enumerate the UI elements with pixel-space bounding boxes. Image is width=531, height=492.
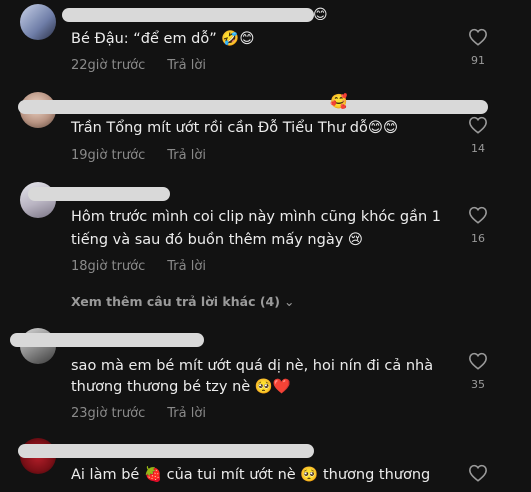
comment-text-line: thương thương bé tzy nè 🥺❤️ bbox=[71, 379, 291, 395]
reply-button[interactable]: Trả lời bbox=[167, 58, 206, 73]
heart-outline-icon bbox=[469, 352, 487, 370]
username-redacted[interactable] bbox=[18, 100, 488, 114]
like-count: 14 bbox=[471, 142, 485, 155]
like-button[interactable] bbox=[463, 464, 493, 482]
heart-outline-icon bbox=[469, 28, 487, 46]
comment-text: Ai làm bé 🍓 của tui mít ướt nè 🥺 thương … bbox=[71, 467, 431, 483]
like-count: 35 bbox=[471, 378, 485, 391]
username-redacted[interactable] bbox=[18, 444, 314, 458]
comment-item: Ai làm bé 🍓 của tui mít ướt nè 🥺 thương … bbox=[0, 434, 531, 492]
reply-button[interactable]: Trả lời bbox=[167, 148, 206, 163]
like-button[interactable]: 16 bbox=[463, 206, 493, 245]
heart-outline-icon bbox=[469, 206, 487, 224]
reply-button[interactable]: Trả lời bbox=[167, 406, 206, 421]
comment-time: 22giờ trước bbox=[71, 58, 146, 73]
username-redacted[interactable] bbox=[28, 187, 170, 201]
comment-meta: 19giờ trước Trả lời bbox=[71, 148, 206, 163]
like-button[interactable]: 91 bbox=[463, 28, 493, 67]
like-count: 91 bbox=[471, 54, 485, 67]
like-count: 16 bbox=[471, 232, 485, 245]
comment-text-line: tiếng và sau đó buồn thêm mấy ngày 😢 bbox=[71, 232, 364, 248]
username-emoji: 🥰 bbox=[330, 94, 348, 110]
comment-meta: 18giờ trước Trả lời bbox=[71, 259, 206, 274]
comment-item: 😊 Bé Đậu: “để em dỗ” 🤣😊 22giờ trước Trả l… bbox=[0, 0, 531, 82]
comment-meta: 23giờ trước Trả lời bbox=[71, 406, 206, 421]
avatar[interactable] bbox=[20, 4, 56, 40]
like-button[interactable]: 35 bbox=[463, 352, 493, 391]
like-button[interactable]: 14 bbox=[463, 116, 493, 155]
comment-meta: 22giờ trước Trả lời bbox=[71, 58, 206, 73]
comment-item: sao mà em bé mít ướt quá dị nè, hoi nín … bbox=[0, 324, 531, 428]
comment-time: 18giờ trước bbox=[71, 259, 146, 274]
view-more-replies-button[interactable]: Xem thêm câu trả lời khác (4) ⌄ bbox=[71, 294, 294, 309]
comment-item: Hôm trước mình coi clip này mình cũng kh… bbox=[0, 178, 531, 318]
view-more-replies-label: Xem thêm câu trả lời khác (4) bbox=[71, 294, 280, 309]
comment-text: Trần Tổng mít ướt rồi cần Đỗ Tiểu Thư dỗ… bbox=[71, 120, 399, 136]
comment-text: Bé Đậu: “để em dỗ” 🤣😊 bbox=[71, 31, 255, 47]
username-emoji: 😊 bbox=[313, 7, 328, 23]
heart-outline-icon bbox=[469, 116, 487, 134]
comment-time: 19giờ trước bbox=[71, 148, 146, 163]
username-redacted[interactable] bbox=[62, 8, 314, 22]
reply-button[interactable]: Trả lời bbox=[167, 259, 206, 274]
comment-time: 23giờ trước bbox=[71, 406, 146, 421]
username-redacted[interactable] bbox=[10, 333, 204, 347]
chevron-down-icon: ⌄ bbox=[283, 294, 295, 309]
comment-item: 🥰 Trần Tổng mít ướt rồi cần Đỗ Tiểu Thư … bbox=[0, 88, 531, 174]
heart-outline-icon bbox=[469, 464, 487, 482]
